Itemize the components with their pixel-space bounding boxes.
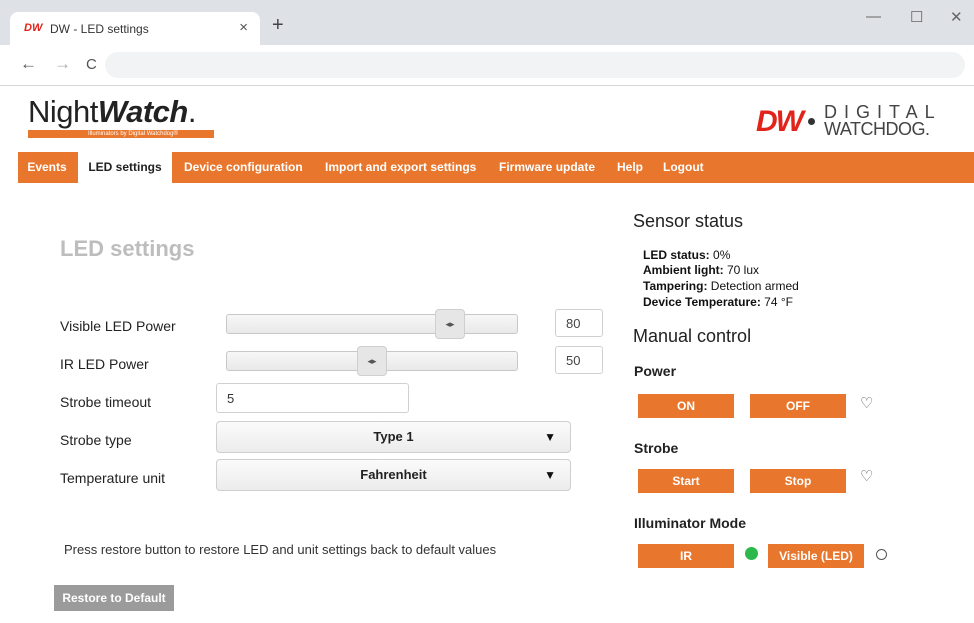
ir-led-value[interactable]: 50 xyxy=(555,346,603,374)
nightwatch-logo: NightWatch. Illuminators by Digital Watc… xyxy=(28,96,228,144)
menu-led-settings[interactable]: LED settings xyxy=(78,152,172,183)
mode-visible-led-button[interactable]: Visible (LED) xyxy=(768,544,864,568)
strobe-timeout-label: Strobe timeout xyxy=(60,394,152,410)
digital-watchdog-logo: DW DIGITAL WATCHDOG. xyxy=(756,103,972,141)
logo-tagline: Illuminators by Digital Watchdog® xyxy=(88,131,178,137)
menu-import-export[interactable]: Import and export settings xyxy=(325,152,476,183)
temperature-unit-label: Temperature unit xyxy=(60,470,166,486)
main-menu: Events LED settings Device configuration… xyxy=(18,152,974,183)
chevron-down-icon: ▼ xyxy=(544,468,556,482)
restore-note: Press restore button to restore LED and … xyxy=(64,542,497,557)
close-tab-icon[interactable]: × xyxy=(239,19,248,36)
restore-to-default-button[interactable]: Restore to Default xyxy=(54,585,174,611)
menu-help[interactable]: Help xyxy=(617,152,643,183)
ir-led-slider[interactable]: ◂▸ xyxy=(226,346,518,376)
visible-led-value[interactable]: 80 xyxy=(555,309,603,337)
manual-control-title: Manual control xyxy=(633,326,752,346)
forward-icon[interactable]: → xyxy=(54,54,71,74)
power-off-button[interactable]: OFF xyxy=(750,394,846,418)
illuminator-mode-title: Illuminator Mode xyxy=(634,515,746,531)
reload-icon[interactable]: C xyxy=(86,56,97,73)
logo-watch: Watch xyxy=(97,94,188,129)
new-tab-icon[interactable]: + xyxy=(272,15,284,35)
led-status-value: 0% xyxy=(709,248,731,262)
sensor-status-title: Sensor status xyxy=(633,211,744,231)
dw-mark: DW xyxy=(756,105,804,138)
menu-firmware-update[interactable]: Firmware update xyxy=(499,152,595,183)
tampering-value: Detection armed xyxy=(707,279,799,293)
mode-ir-button[interactable]: IR xyxy=(638,544,734,568)
power-on-button[interactable]: ON xyxy=(638,394,734,418)
strobe-type-select[interactable]: Type 1 ▼ xyxy=(216,421,571,453)
temperature-unit-value: Fahrenheit xyxy=(360,467,427,482)
logo-tm: . xyxy=(187,94,197,129)
close-window-icon[interactable]: ✕ xyxy=(950,8,963,26)
power-bulb-icon: ♡ xyxy=(860,395,874,412)
maximize-icon[interactable]: ☐ xyxy=(910,8,923,26)
visible-led-label: Visible LED Power xyxy=(60,318,176,334)
visible-led-slider[interactable]: ◂▸ xyxy=(226,309,518,339)
dw-dot xyxy=(808,118,815,125)
logo-night: Night xyxy=(28,94,98,129)
ir-active-indicator xyxy=(745,547,758,560)
ir-led-label: IR LED Power xyxy=(60,356,149,372)
visible-led-slider-handle[interactable]: ◂▸ xyxy=(435,309,465,339)
chevron-down-icon: ▼ xyxy=(544,430,556,444)
tampering-line: Tampering: Detection armed xyxy=(643,279,799,293)
dw-word-watchdog: WATCHDOG. xyxy=(824,119,930,139)
minimize-icon[interactable]: — xyxy=(866,8,881,25)
visible-inactive-indicator xyxy=(876,549,887,560)
strobe-start-button[interactable]: Start xyxy=(638,469,734,493)
url-input[interactable] xyxy=(105,52,965,78)
tampering-key: Tampering: xyxy=(643,279,708,293)
menu-events[interactable]: Events xyxy=(18,152,76,183)
strobe-timeout-input[interactable] xyxy=(216,383,409,413)
power-title: Power xyxy=(634,363,677,379)
dw-favicon-icon: DW xyxy=(24,22,43,34)
led-status-line: LED status: 0% xyxy=(643,248,730,262)
device-temperature-key: Device Temperature: xyxy=(643,295,761,309)
strobe-title: Strobe xyxy=(634,440,679,456)
temperature-unit-select[interactable]: Fahrenheit ▼ xyxy=(216,459,571,491)
strobe-type-label: Strobe type xyxy=(60,432,132,448)
ir-led-slider-handle[interactable]: ◂▸ xyxy=(357,346,387,376)
strobe-bulb-icon: ♡ xyxy=(860,468,874,485)
device-temperature-line: Device Temperature: 74 °F xyxy=(643,295,793,309)
ambient-light-key: Ambient light: xyxy=(643,263,724,277)
browser-tab-bar: DW DW - LED settings × + — ☐ ✕ xyxy=(0,0,974,45)
page-title: LED settings xyxy=(60,236,195,261)
tab-title: DW - LED settings xyxy=(50,22,149,36)
device-temperature-value: 74 °F xyxy=(760,295,793,309)
menu-logout[interactable]: Logout xyxy=(663,152,704,183)
browser-tab[interactable]: DW DW - LED settings × xyxy=(10,12,260,45)
back-icon[interactable]: ← xyxy=(20,54,37,74)
ambient-light-value: 70 lux xyxy=(723,263,760,277)
ambient-light-line: Ambient light: 70 lux xyxy=(643,263,759,277)
strobe-stop-button[interactable]: Stop xyxy=(750,469,846,493)
menu-device-configuration[interactable]: Device configuration xyxy=(184,152,303,183)
led-status-key: LED status: xyxy=(643,248,710,262)
address-bar: ← → C xyxy=(0,45,974,86)
strobe-type-value: Type 1 xyxy=(373,429,414,444)
